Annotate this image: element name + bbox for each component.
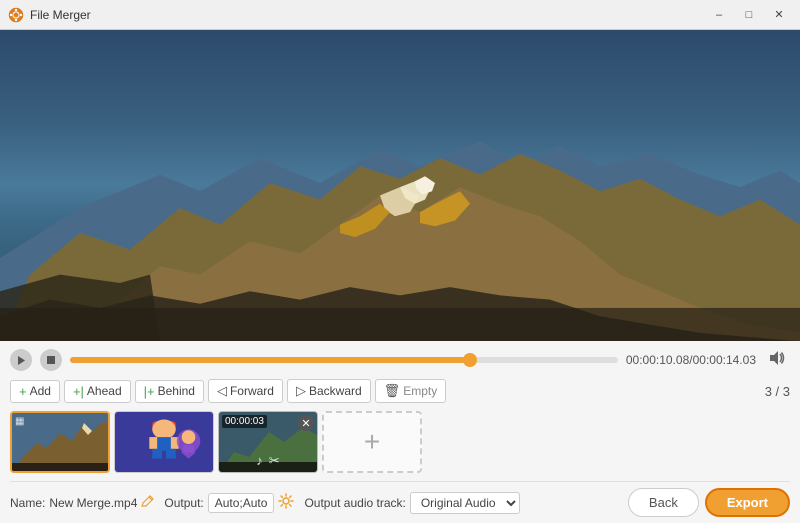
mountain-illustration [0,108,800,341]
output-label: Output: [164,496,203,510]
title-bar-left: File Merger [8,7,91,23]
backward-icon: ▷ [296,383,306,399]
clip-1-preview [12,413,110,473]
video-preview [0,30,800,341]
edit-name-button[interactable] [141,495,154,511]
add-button[interactable]: + Add [10,380,60,403]
playback-row: 00:00:10.08/00:00:14.03 [10,349,790,371]
controls-panel: 00:00:10.08/00:00:14.03 + Add +| Ahead [0,341,800,523]
empty-button[interactable]: 🗑 Empty [375,379,447,403]
name-label: Name: [10,496,45,510]
output-value: Auto;Auto [208,493,275,513]
maximize-button[interactable]: □ [736,5,762,25]
export-button[interactable]: Export [705,488,790,517]
clip-thumbnail-3: 00:00:03 ✕ ♪ ✂ [219,412,317,472]
forward-icon: ◁ [217,383,227,399]
app-title: File Merger [30,8,91,22]
bottom-bar: Name: New Merge.mp4 Output: Auto;Auto [10,481,790,517]
clip-item-2[interactable] [114,411,214,473]
time-display: 00:00:10.08/00:00:14.03 [626,353,756,367]
toolbar-row: + Add +| Ahead |+ Behind ◁ Forward ▷ Bac… [10,379,790,403]
trash-icon: 🗑 [384,383,401,399]
clip-strip: ▦ [10,411,790,473]
progress-track[interactable] [70,357,618,363]
behind-plus-icon: |+ [144,384,155,399]
title-bar: File Merger – □ ✕ [0,0,800,30]
output-settings-button[interactable] [278,493,294,512]
file-name: New Merge.mp4 [49,496,137,510]
output-section: Output: Auto;Auto [164,493,294,513]
ahead-plus-icon: +| [73,384,84,399]
clip-2-preview [115,411,213,473]
action-buttons: Back Export [628,488,790,517]
progress-fill [70,357,470,363]
clip-3-remove[interactable]: ✕ [298,415,314,431]
clip-thumbnail-1: ▦ [12,413,108,471]
total-time: 00:00:14.03 [693,353,756,367]
progress-thumb[interactable] [463,353,477,367]
forward-button[interactable]: ◁ Forward [208,379,283,403]
clip-cut-icon: ✂ [269,453,280,469]
behind-button[interactable]: |+ Behind [135,380,204,403]
file-name-section: Name: New Merge.mp4 [10,495,154,511]
audio-track-select[interactable]: Original Audio No Audio Custom [410,492,520,514]
gear-icon [278,493,294,509]
clip-item-1[interactable]: ▦ [10,411,110,473]
clip-count: 3 / 3 [765,384,790,399]
stop-icon [46,355,56,365]
backward-button[interactable]: ▷ Backward [287,379,371,403]
clip-audio-icon: ♪ [256,453,263,469]
clip-item-3[interactable]: 00:00:03 ✕ ♪ ✂ [218,411,318,473]
clip-thumbnail-2 [115,412,213,472]
mountain-scene [0,30,800,341]
window-controls: – □ ✕ [706,5,792,25]
app-icon [8,7,24,23]
stop-button[interactable] [40,349,62,371]
current-time: 00:00:10.08 [626,353,689,367]
clip-1-video-icon: ▦ [15,416,24,427]
audio-label: Output audio track: [304,496,405,510]
audio-section: Output audio track: Original Audio No Au… [304,492,519,514]
add-clip-button[interactable]: + [322,411,422,473]
clip-3-duration: 00:00:03 [222,415,267,428]
back-button[interactable]: Back [628,488,699,517]
ahead-button[interactable]: +| Ahead [64,380,131,403]
play-icon [16,355,26,366]
add-clip-icon: + [364,426,380,458]
clip-3-controls: ♪ ✂ [219,453,317,469]
minimize-button[interactable]: – [706,5,732,25]
close-button[interactable]: ✕ [766,5,792,25]
add-icon: + [19,384,27,399]
volume-button[interactable] [764,350,790,371]
play-button[interactable] [10,349,32,371]
volume-icon [768,350,786,366]
pencil-icon [141,495,154,508]
app-container: 00:00:10.08/00:00:14.03 + Add +| Ahead [0,30,800,523]
